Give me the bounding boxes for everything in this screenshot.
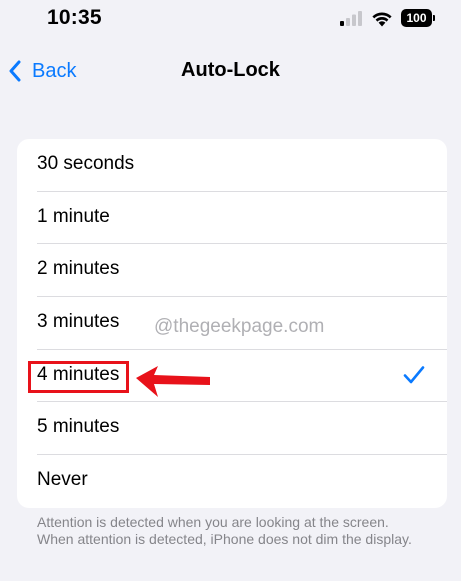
battery-icon: 100 <box>401 9 436 27</box>
watermark: @thegeekpage.com <box>154 316 325 337</box>
battery-level: 100 <box>401 9 432 27</box>
checkmark-icon <box>403 365 425 384</box>
option-label: 1 minute <box>37 205 110 227</box>
option-label: 5 minutes <box>37 416 120 438</box>
option-30-seconds[interactable]: 30 seconds <box>17 139 447 192</box>
cellular-signal-icon <box>340 11 362 26</box>
option-label: 2 minutes <box>37 258 120 280</box>
option-label: 3 minutes <box>37 311 120 333</box>
option-label: 30 seconds <box>37 153 135 174</box>
footer-description: Attention is detected when you are looki… <box>37 514 412 547</box>
option-label: Never <box>37 469 88 491</box>
option-5-minutes[interactable]: 5 minutes <box>17 402 447 456</box>
status-bar: 10:35 100 <box>0 0 461 40</box>
red-arrow-icon <box>136 366 210 397</box>
page-title: Auto-Lock <box>181 59 280 81</box>
option-2-minutes[interactable]: 2 minutes <box>17 244 447 298</box>
status-time: 10:35 <box>47 6 102 29</box>
highlight-box <box>28 361 129 393</box>
wifi-icon <box>372 12 392 27</box>
option-never[interactable]: Never <box>17 455 447 508</box>
navigation-bar: Back Auto-Lock <box>0 48 461 92</box>
option-1-minute[interactable]: 1 minute <box>17 192 447 245</box>
